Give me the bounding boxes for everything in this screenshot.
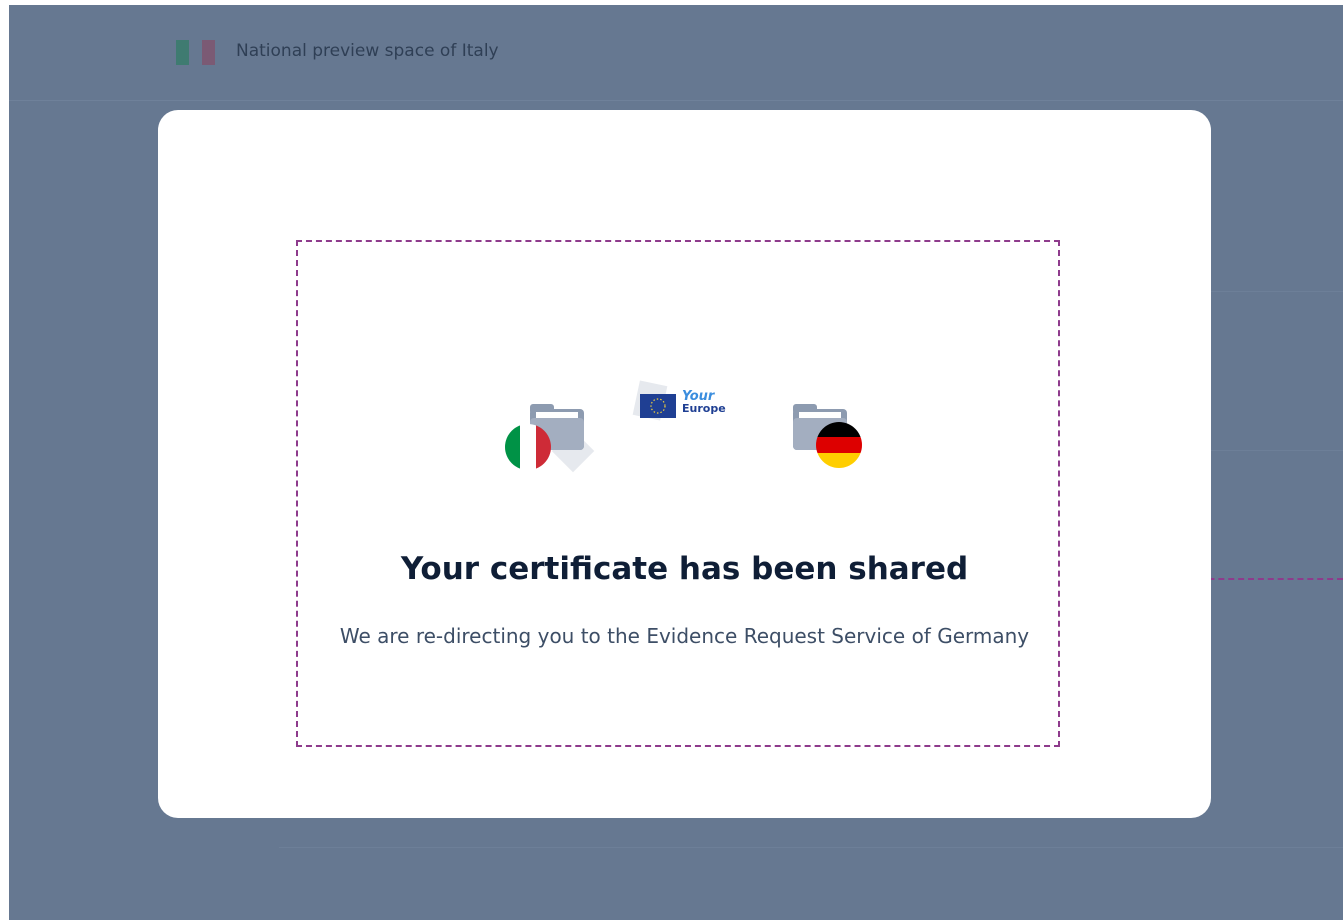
logo-europe-text: Europe bbox=[682, 402, 726, 415]
germany-flag-icon bbox=[816, 422, 862, 468]
your-europe-logo: Your Europe bbox=[682, 390, 742, 420]
eu-flag-icon bbox=[640, 394, 676, 418]
top-bar: National preview space of Italy bbox=[9, 5, 1343, 101]
divider bbox=[1209, 450, 1343, 451]
dialog-title: Your certificate has been shared bbox=[400, 551, 969, 587]
italy-flag-icon bbox=[176, 40, 216, 65]
divider bbox=[1209, 291, 1343, 292]
page-title: National preview space of Italy bbox=[236, 41, 499, 61]
overlay-backdrop: National preview space of Italy Your Eur… bbox=[9, 5, 1343, 920]
annotation-highlight-box bbox=[296, 240, 1060, 747]
dialog-message: We are re-directing you to the Evidence … bbox=[339, 624, 1030, 648]
italy-flag-icon bbox=[505, 424, 551, 470]
divider bbox=[279, 847, 1343, 848]
modal-card: Your Europe Your certificate has been sh… bbox=[158, 110, 1211, 818]
